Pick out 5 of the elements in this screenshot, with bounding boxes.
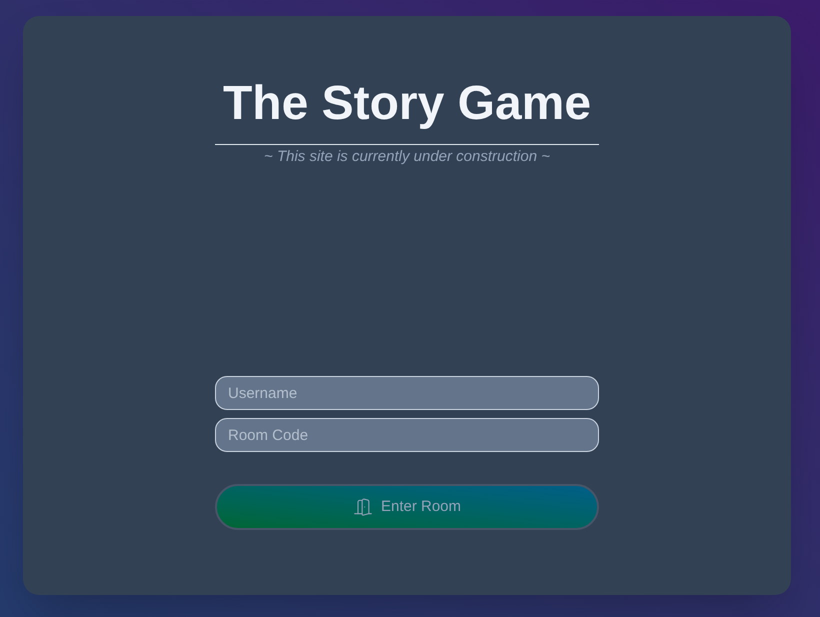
construction-notice: ~ This site is currently under construction ~ xyxy=(264,147,550,167)
text-field[interactable]: Username xyxy=(215,376,599,410)
page-title: The Story Game xyxy=(222,80,592,128)
text-field[interactable]: Room Code xyxy=(215,418,599,452)
door-icon xyxy=(352,497,373,517)
